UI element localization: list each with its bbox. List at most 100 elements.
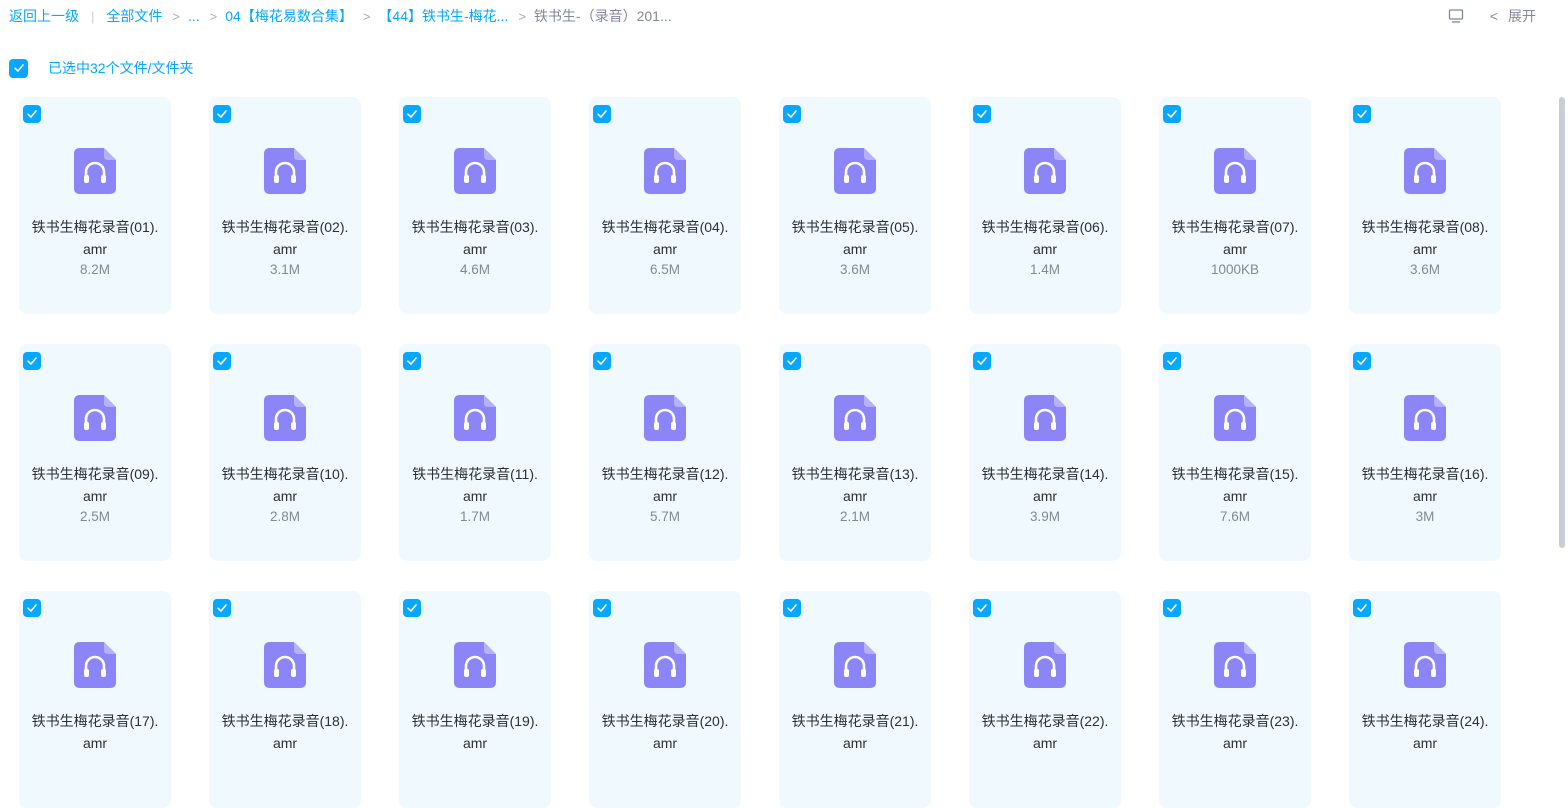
check-icon [787, 357, 797, 365]
chevron-right-icon: > [209, 8, 218, 24]
check-icon [787, 110, 797, 118]
file-checkbox[interactable] [973, 599, 991, 617]
file-name: 铁书生梅花录音(10).amr [221, 466, 349, 504]
check-icon [1357, 357, 1367, 365]
file-checkbox[interactable] [1353, 599, 1371, 617]
file-checkbox[interactable] [593, 105, 611, 123]
file-checkbox[interactable] [403, 599, 421, 617]
chevron-right-icon: > [172, 8, 180, 24]
file-card[interactable]: 铁书生梅花录音(22).amr [969, 591, 1121, 808]
file-size: 7.6M [1219, 509, 1250, 524]
check-icon [597, 357, 607, 365]
file-card[interactable]: 铁书生梅花录音(05).amr 3.6M [779, 97, 931, 314]
file-card[interactable]: 铁书生梅花录音(03).amr 4.6M [399, 97, 551, 314]
breadcrumb-item-1[interactable]: 04【梅花易数合集】 [225, 6, 353, 26]
file-name: 铁书生梅花录音(19).amr [411, 713, 539, 751]
file-card[interactable]: 铁书生梅花录音(18).amr [209, 591, 361, 808]
file-checkbox[interactable] [593, 599, 611, 617]
file-name: 铁书生梅花录音(18).amr [221, 713, 349, 751]
audio-file-icon [644, 148, 686, 194]
audio-file-icon [74, 395, 116, 441]
check-icon [787, 604, 797, 612]
file-size: 2.8M [269, 509, 300, 524]
file-card[interactable]: 铁书生梅花录音(19).amr [399, 591, 551, 808]
file-card[interactable]: 铁书生梅花录音(14).amr 3.9M [969, 344, 1121, 561]
expand-button[interactable]: 展开 [1508, 6, 1536, 26]
back-link[interactable]: 返回上一级 [9, 6, 79, 26]
file-size: 4.6M [459, 262, 490, 277]
file-name: 铁书生梅花录音(13).amr [791, 466, 919, 504]
file-checkbox[interactable] [783, 599, 801, 617]
chevron-left-icon[interactable]: < [1490, 8, 1498, 24]
file-checkbox[interactable] [403, 105, 421, 123]
file-checkbox[interactable] [213, 352, 231, 370]
check-icon [1167, 604, 1177, 612]
select-all-checkbox[interactable] [9, 58, 28, 78]
scrollbar[interactable] [1559, 97, 1565, 548]
chevron-right-icon: > [518, 8, 526, 24]
audio-file-icon [644, 395, 686, 441]
file-checkbox[interactable] [1353, 105, 1371, 123]
file-checkbox[interactable] [23, 105, 41, 123]
file-checkbox[interactable] [1353, 352, 1371, 370]
chevron-right-icon: > [362, 8, 371, 24]
file-checkbox[interactable] [973, 105, 991, 123]
divider: | [91, 8, 95, 24]
file-name: 铁书生梅花录音(24).amr [1361, 713, 1489, 751]
file-checkbox[interactable] [783, 105, 801, 123]
file-card[interactable]: 铁书生梅花录音(09).amr 2.5M [19, 344, 171, 561]
file-card[interactable]: 铁书生梅花录音(24).amr [1349, 591, 1501, 808]
file-name: 铁书生梅花录音(22).amr [981, 713, 1109, 751]
file-card[interactable]: 铁书生梅花录音(23).amr [1159, 591, 1311, 808]
file-card[interactable]: 铁书生梅花录音(21).amr [779, 591, 931, 808]
file-checkbox[interactable] [403, 352, 421, 370]
file-checkbox[interactable] [1163, 599, 1181, 617]
file-card[interactable]: 铁书生梅花录音(16).amr 3M [1349, 344, 1501, 561]
file-checkbox[interactable] [23, 352, 41, 370]
file-name: 铁书生梅花录音(16).amr [1361, 466, 1489, 504]
file-checkbox[interactable] [973, 352, 991, 370]
file-checkbox[interactable] [783, 352, 801, 370]
file-size: 3.6M [1409, 262, 1440, 277]
audio-file-icon [1024, 642, 1066, 688]
selection-bar: 已选中32个文件/文件夹 [9, 58, 193, 78]
file-card[interactable]: 铁书生梅花录音(06).amr 1.4M [969, 97, 1121, 314]
file-card[interactable]: 铁书生梅花录音(15).amr 7.6M [1159, 344, 1311, 561]
breadcrumb-ellipsis[interactable]: ... [188, 8, 200, 24]
file-checkbox[interactable] [593, 352, 611, 370]
file-checkbox[interactable] [23, 599, 41, 617]
file-checkbox[interactable] [213, 599, 231, 617]
file-card[interactable]: 铁书生梅花录音(02).amr 3.1M [209, 97, 361, 314]
file-checkbox[interactable] [1163, 105, 1181, 123]
file-name: 铁书生梅花录音(09).amr [31, 466, 159, 504]
file-card[interactable]: 铁书生梅花录音(01).amr 8.2M [19, 97, 171, 314]
audio-file-icon [264, 395, 306, 441]
breadcrumb-all-files[interactable]: 全部文件 [106, 6, 162, 26]
monitor-icon[interactable] [1448, 8, 1464, 24]
file-card[interactable]: 铁书生梅花录音(08).amr 3.6M [1349, 97, 1501, 314]
check-icon [977, 604, 987, 612]
file-name: 铁书生梅花录音(17).amr [31, 713, 159, 751]
file-card[interactable]: 铁书生梅花录音(11).amr 1.7M [399, 344, 551, 561]
file-card[interactable]: 铁书生梅花录音(07).amr 1000KB [1159, 97, 1311, 314]
breadcrumb-item-2[interactable]: 【44】铁书生-梅花... [378, 6, 508, 26]
file-checkbox[interactable] [213, 105, 231, 123]
file-card[interactable]: 铁书生梅花录音(17).amr [19, 591, 171, 808]
check-icon [977, 357, 987, 365]
check-icon [407, 604, 417, 612]
audio-file-icon [264, 148, 306, 194]
audio-file-icon [644, 642, 686, 688]
check-icon [217, 604, 227, 612]
audio-file-icon [834, 642, 876, 688]
file-checkbox[interactable] [1163, 352, 1181, 370]
audio-file-icon [1404, 148, 1446, 194]
file-card[interactable]: 铁书生梅花录音(04).amr 6.5M [589, 97, 741, 314]
file-card[interactable]: 铁书生梅花录音(20).amr [589, 591, 741, 808]
file-card[interactable]: 铁书生梅花录音(10).amr 2.8M [209, 344, 361, 561]
file-name: 铁书生梅花录音(04).amr [601, 219, 729, 257]
check-icon [597, 604, 607, 612]
file-size: 6.5M [649, 262, 680, 277]
file-card[interactable]: 铁书生梅花录音(13).amr 2.1M [779, 344, 931, 561]
file-card[interactable]: 铁书生梅花录音(12).amr 5.7M [589, 344, 741, 561]
file-name: 铁书生梅花录音(23).amr [1171, 713, 1299, 751]
